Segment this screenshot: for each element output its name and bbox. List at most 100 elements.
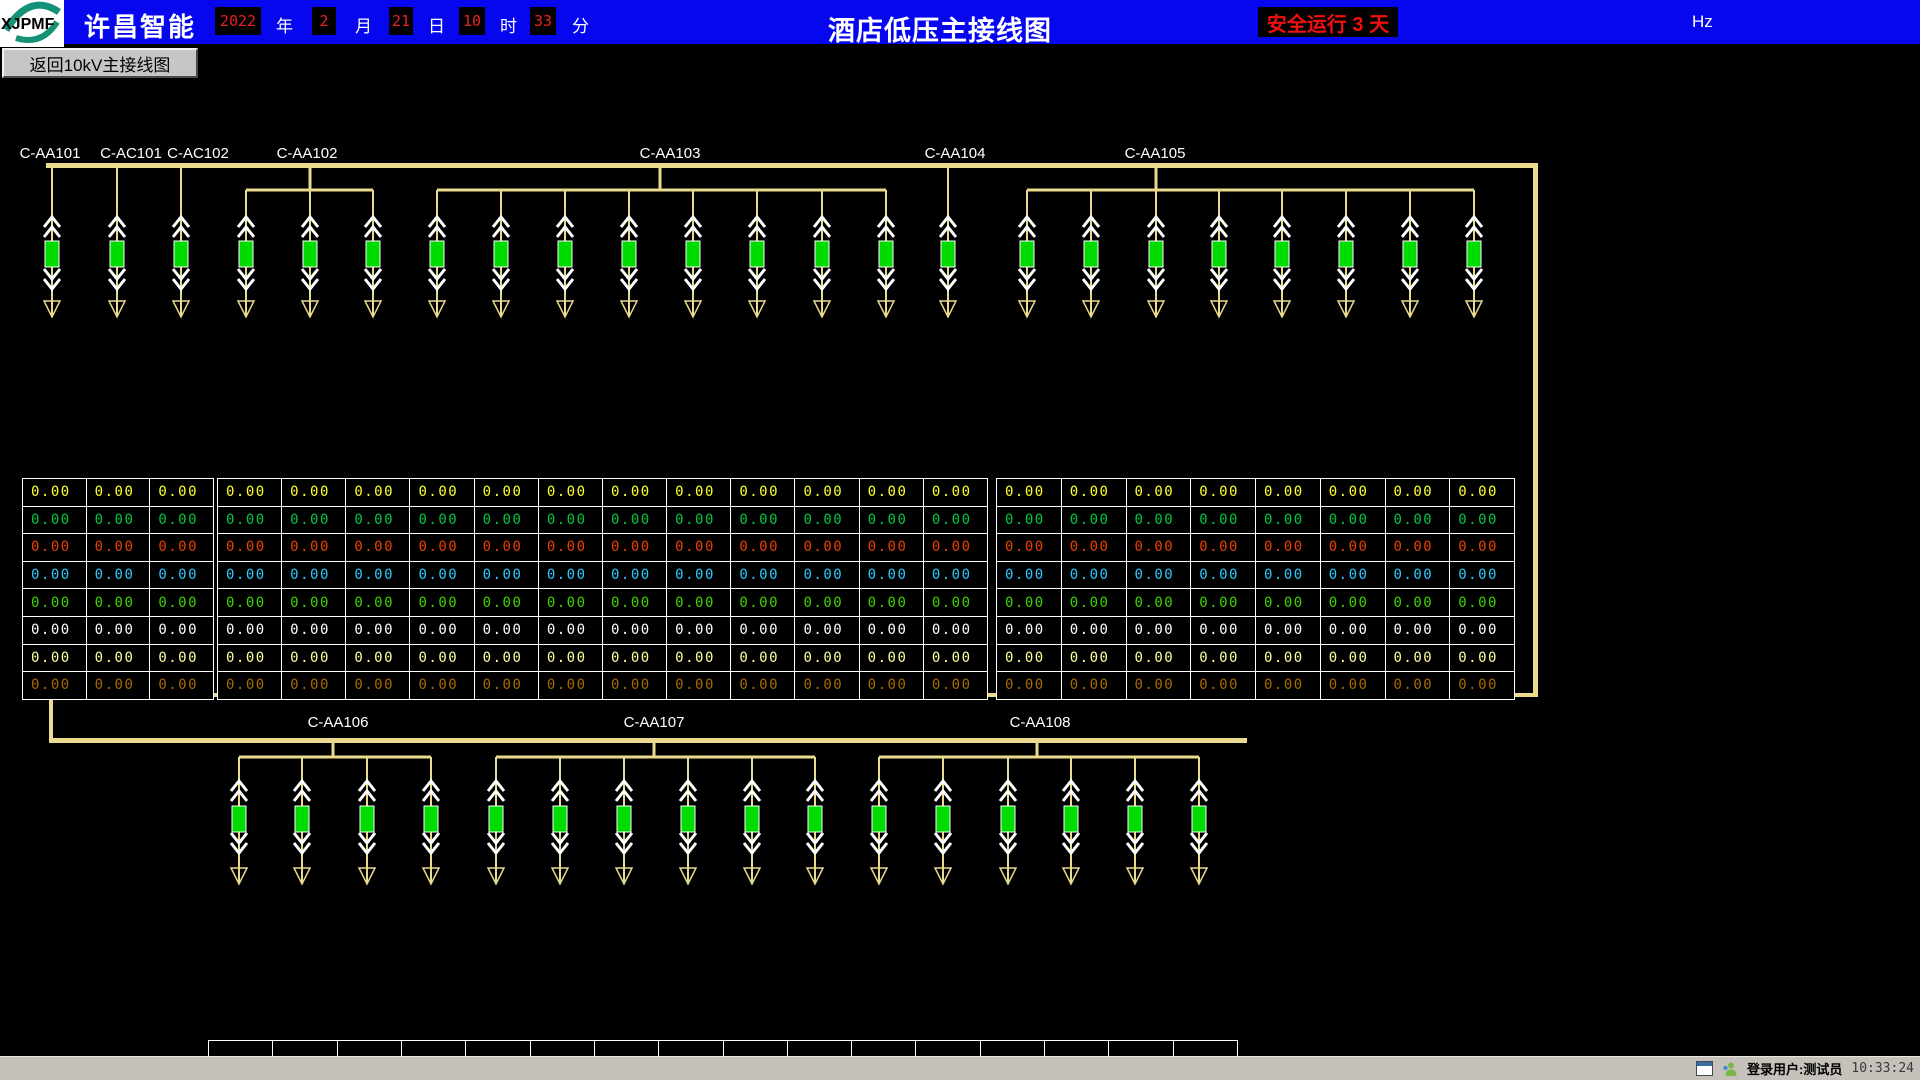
feeder[interactable] — [1063, 757, 1079, 884]
breaker-closed-indicator[interactable] — [232, 806, 246, 832]
breaker-closed-indicator[interactable] — [174, 241, 188, 267]
feeder[interactable] — [807, 757, 823, 884]
breaker-closed-indicator[interactable] — [745, 806, 759, 832]
year-field[interactable]: 2022 — [215, 7, 261, 35]
measurement-value-cell: 0.00 — [1191, 589, 1256, 617]
breaker-closed-indicator[interactable] — [558, 241, 572, 267]
feeder[interactable] — [557, 190, 573, 317]
feeder[interactable] — [1338, 190, 1354, 317]
breaker-closed-indicator[interactable] — [1192, 806, 1206, 832]
taskbar: 登录用户:测试员 10:33:24 — [0, 1056, 1920, 1080]
breaker-closed-indicator[interactable] — [489, 806, 503, 832]
feeder[interactable] — [493, 190, 509, 317]
feeder[interactable] — [365, 190, 381, 317]
breaker-closed-indicator[interactable] — [941, 241, 955, 267]
breaker-closed-indicator[interactable] — [1001, 806, 1015, 832]
minute-field[interactable]: 33 — [530, 7, 556, 35]
user-icon[interactable] — [1722, 1061, 1738, 1077]
user-status-dot — [1723, 1065, 1727, 1069]
day-field[interactable]: 21 — [389, 7, 413, 35]
breaker-closed-indicator[interactable] — [1212, 241, 1226, 267]
measurement-value-cell: 0.00 — [23, 562, 87, 590]
breaker-closed-indicator[interactable] — [360, 806, 374, 832]
feeder[interactable] — [423, 757, 439, 884]
feeder[interactable] — [1274, 190, 1290, 317]
feeder[interactable] — [429, 190, 445, 317]
breaker-closed-indicator[interactable] — [430, 241, 444, 267]
feeder[interactable] — [109, 166, 125, 317]
feeder[interactable] — [359, 757, 375, 884]
feeder[interactable] — [552, 757, 568, 884]
breaker-closed-indicator[interactable] — [879, 241, 893, 267]
feeder[interactable] — [1466, 190, 1482, 317]
feeder[interactable] — [1211, 190, 1227, 317]
measurement-table-block: 0.000.000.000.000.000.000.000.000.000.00… — [996, 478, 1515, 700]
feeder[interactable] — [744, 757, 760, 884]
measurement-value-cell: 0.00 — [282, 645, 346, 673]
breaker-closed-indicator[interactable] — [686, 241, 700, 267]
breaker-closed-indicator[interactable] — [1339, 241, 1353, 267]
breaker-closed-indicator[interactable] — [303, 241, 317, 267]
feeder[interactable] — [1402, 190, 1418, 317]
breaker-closed-indicator[interactable] — [239, 241, 253, 267]
breaker-closed-indicator[interactable] — [1128, 806, 1142, 832]
breaker-closed-indicator[interactable] — [872, 806, 886, 832]
feeder[interactable] — [294, 757, 310, 884]
breaker-closed-indicator[interactable] — [424, 806, 438, 832]
feeder[interactable] — [940, 166, 956, 317]
measurement-value-cell: 0.00 — [860, 617, 924, 645]
month-field[interactable]: 2 — [312, 7, 336, 35]
breaker-closed-indicator[interactable] — [617, 806, 631, 832]
feeder[interactable] — [1083, 190, 1099, 317]
breaker-closed-indicator[interactable] — [366, 241, 380, 267]
breaker-closed-indicator[interactable] — [936, 806, 950, 832]
breaker-closed-indicator[interactable] — [681, 806, 695, 832]
hour-field[interactable]: 10 — [459, 7, 485, 35]
feeder[interactable] — [680, 757, 696, 884]
feeder[interactable] — [685, 190, 701, 317]
measurement-value-cell: 0.00 — [1450, 562, 1515, 590]
feeder[interactable] — [616, 757, 632, 884]
breaker-closed-indicator[interactable] — [1020, 241, 1034, 267]
breaker-closed-indicator[interactable] — [1064, 806, 1078, 832]
window-icon[interactable] — [1696, 1061, 1713, 1076]
breaker-closed-indicator[interactable] — [808, 806, 822, 832]
back-to-10kv-button[interactable]: 返回10kV主接线图 — [2, 48, 198, 78]
breaker-closed-indicator[interactable] — [494, 241, 508, 267]
feeder[interactable] — [1191, 757, 1207, 884]
feeder[interactable] — [935, 757, 951, 884]
measurement-value-cell: 0.00 — [346, 672, 410, 700]
feeder[interactable] — [302, 190, 318, 317]
feeder[interactable] — [1000, 757, 1016, 884]
measurement-value-cell: 0.00 — [1386, 562, 1451, 590]
breaker-closed-indicator[interactable] — [295, 806, 309, 832]
breaker-closed-indicator[interactable] — [1403, 241, 1417, 267]
feeder[interactable] — [44, 166, 60, 317]
breaker-closed-indicator[interactable] — [1149, 241, 1163, 267]
feeder[interactable] — [1019, 190, 1035, 317]
feeder[interactable] — [871, 757, 887, 884]
feeder[interactable] — [488, 757, 504, 884]
feeder[interactable] — [1127, 757, 1143, 884]
feeder[interactable] — [749, 190, 765, 317]
feeder[interactable] — [1148, 190, 1164, 317]
feeder[interactable] — [173, 166, 189, 317]
feeder[interactable] — [878, 190, 894, 317]
feeder[interactable] — [814, 190, 830, 317]
feeder[interactable] — [238, 190, 254, 317]
breaker-closed-indicator[interactable] — [750, 241, 764, 267]
breaker-closed-indicator[interactable] — [815, 241, 829, 267]
breaker-closed-indicator[interactable] — [1467, 241, 1481, 267]
breaker-closed-indicator[interactable] — [553, 806, 567, 832]
feeder[interactable] — [231, 757, 247, 884]
measurement-value-cell: 0.00 — [539, 562, 603, 590]
feeder[interactable] — [621, 190, 637, 317]
title-bar: 许昌智能 2022 年 2 月 21 日 10 时 33 分 酒店低压主接线图 … — [0, 0, 1920, 44]
breaker-closed-indicator[interactable] — [1275, 241, 1289, 267]
breaker-closed-indicator[interactable] — [622, 241, 636, 267]
breaker-closed-indicator[interactable] — [110, 241, 124, 267]
measurement-value-cell: 0.00 — [860, 645, 924, 673]
breaker-closed-indicator[interactable] — [45, 241, 59, 267]
measurement-value-cell: 0.00 — [218, 479, 282, 507]
breaker-closed-indicator[interactable] — [1084, 241, 1098, 267]
